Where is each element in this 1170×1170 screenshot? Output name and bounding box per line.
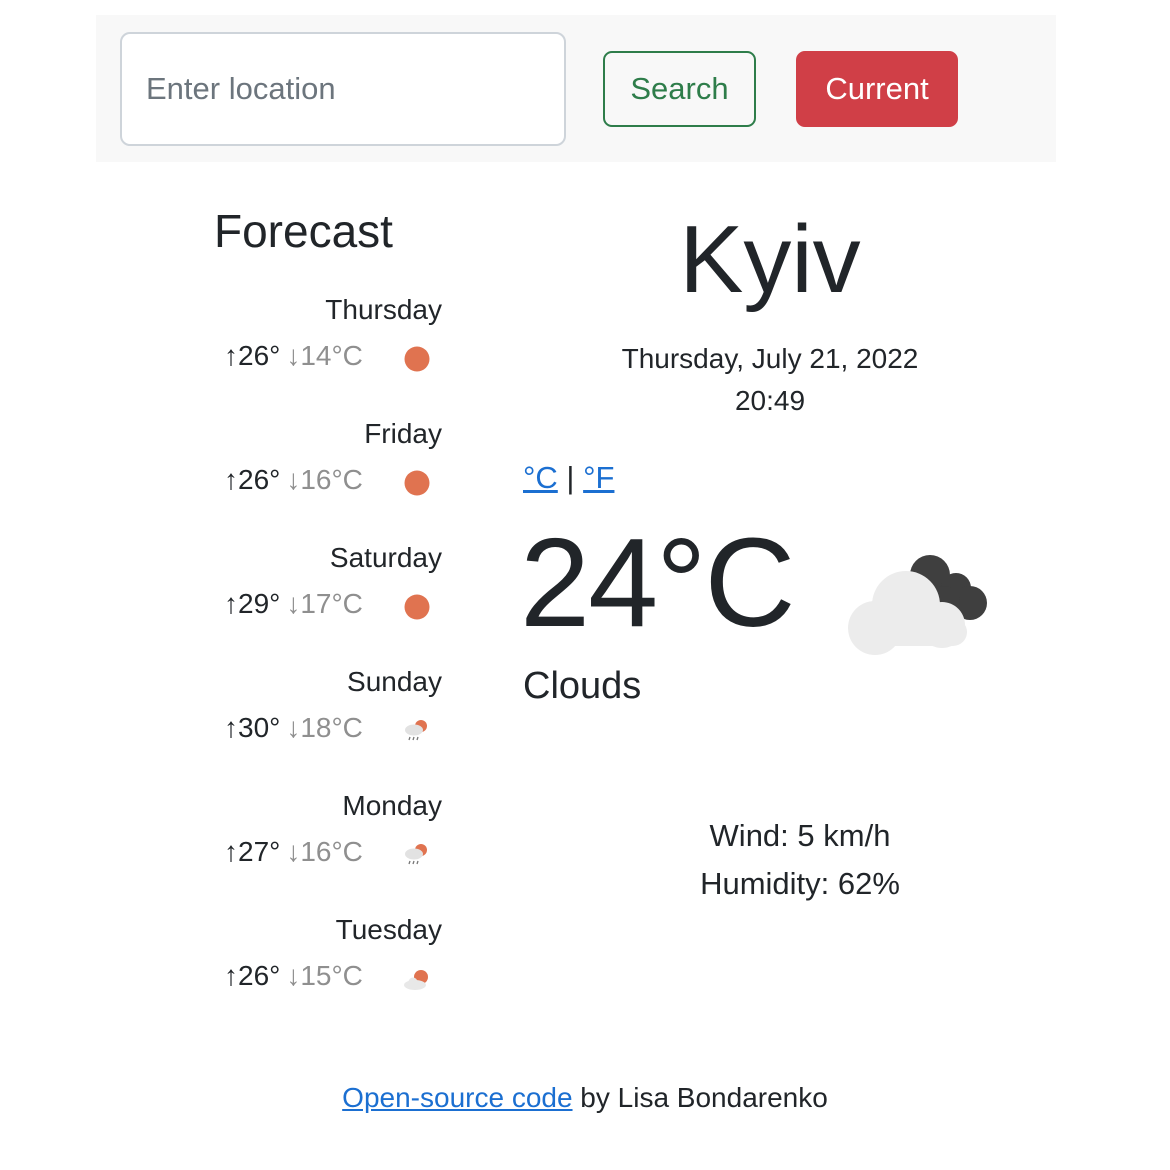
forecast-max: ↑26° bbox=[224, 464, 281, 495]
sun-icon bbox=[404, 470, 430, 496]
forecast-item: Thursday ↑26° ↓14°C bbox=[200, 290, 450, 414]
search-bar: Search Current bbox=[96, 15, 1056, 162]
forecast-day: Monday bbox=[342, 790, 442, 821]
fahrenheit-link[interactable]: °F bbox=[583, 460, 614, 495]
celsius-link[interactable]: °C bbox=[523, 460, 558, 495]
source-code-link[interactable]: Open-source code bbox=[342, 1082, 572, 1113]
search-button[interactable]: Search bbox=[603, 51, 756, 127]
partly-cloudy-icon bbox=[404, 970, 428, 990]
forecast-item: Sunday ↑30° ↓18°C bbox=[200, 662, 450, 786]
broken-clouds-icon bbox=[848, 555, 987, 655]
sun-icon bbox=[404, 346, 430, 372]
forecast-max: ↑26° bbox=[224, 960, 281, 991]
footer-author: by Lisa Bondarenko bbox=[572, 1082, 828, 1113]
forecast-max: ↑26° bbox=[224, 340, 281, 371]
humidity: Humidity: 62% bbox=[700, 866, 900, 901]
forecast-list: Thursday ↑26° ↓14°C Friday ↑26° ↓16°C Satu… bbox=[200, 290, 450, 1034]
forecast-item: Tuesday ↑26° ↓15°C bbox=[200, 910, 450, 1034]
footer: Open-source code by Lisa Bondarenko bbox=[0, 1082, 1170, 1114]
weather-condition: Clouds bbox=[523, 665, 642, 707]
rain-icon bbox=[405, 844, 427, 865]
forecast-min: ↓16°C bbox=[286, 836, 363, 867]
current-time: 20:49 bbox=[734, 385, 806, 416]
current-temperature: 24°C bbox=[520, 512, 796, 653]
forecast-item: Monday ↑27° ↓16°C bbox=[200, 786, 450, 910]
forecast-max: ↑29° bbox=[224, 588, 281, 619]
location-search-input[interactable] bbox=[120, 32, 566, 146]
forecast-day: Saturday bbox=[329, 542, 442, 573]
forecast-temps: ↑26° ↓15°C bbox=[224, 960, 363, 992]
forecast-min: ↓15°C bbox=[286, 960, 363, 991]
forecast-min: ↓18°C bbox=[286, 712, 363, 743]
unit-switch: °C | °F bbox=[523, 460, 614, 496]
forecast-temps: ↑26° ↓14°C bbox=[224, 340, 363, 372]
forecast-min: ↓17°C bbox=[286, 588, 363, 619]
weather-details: Wind: 5 km/h Humidity: 62% bbox=[640, 812, 960, 908]
rain-icon bbox=[405, 720, 427, 741]
forecast-title: Forecast bbox=[214, 205, 393, 257]
forecast-item: Friday ↑26° ↓16°C bbox=[200, 414, 450, 538]
forecast-day: Tuesday bbox=[335, 914, 442, 945]
city-name: Kyiv bbox=[679, 206, 861, 313]
current-date: Thursday, July 21, 2022 bbox=[621, 343, 919, 374]
sun-icon bbox=[404, 594, 430, 620]
forecast-temps: ↑29° ↓17°C bbox=[224, 588, 363, 620]
forecast-item: Saturday ↑29° ↓17°C bbox=[200, 538, 450, 662]
forecast-min: ↓14°C bbox=[286, 340, 363, 371]
forecast-day: Friday bbox=[364, 418, 442, 449]
forecast-max: ↑30° bbox=[224, 712, 281, 743]
forecast-day: Sunday bbox=[347, 666, 442, 697]
forecast-temps: ↑26° ↓16°C bbox=[224, 464, 363, 496]
unit-separator: | bbox=[566, 460, 575, 495]
forecast-max: ↑27° bbox=[224, 836, 281, 867]
forecast-temps: ↑30° ↓18°C bbox=[224, 712, 363, 744]
forecast-min: ↓16°C bbox=[286, 464, 363, 495]
wind-speed: Wind: 5 km/h bbox=[709, 818, 891, 853]
forecast-temps: ↑27° ↓16°C bbox=[224, 836, 363, 868]
current-location-button[interactable]: Current bbox=[796, 51, 958, 127]
forecast-day: Thursday bbox=[325, 294, 442, 325]
